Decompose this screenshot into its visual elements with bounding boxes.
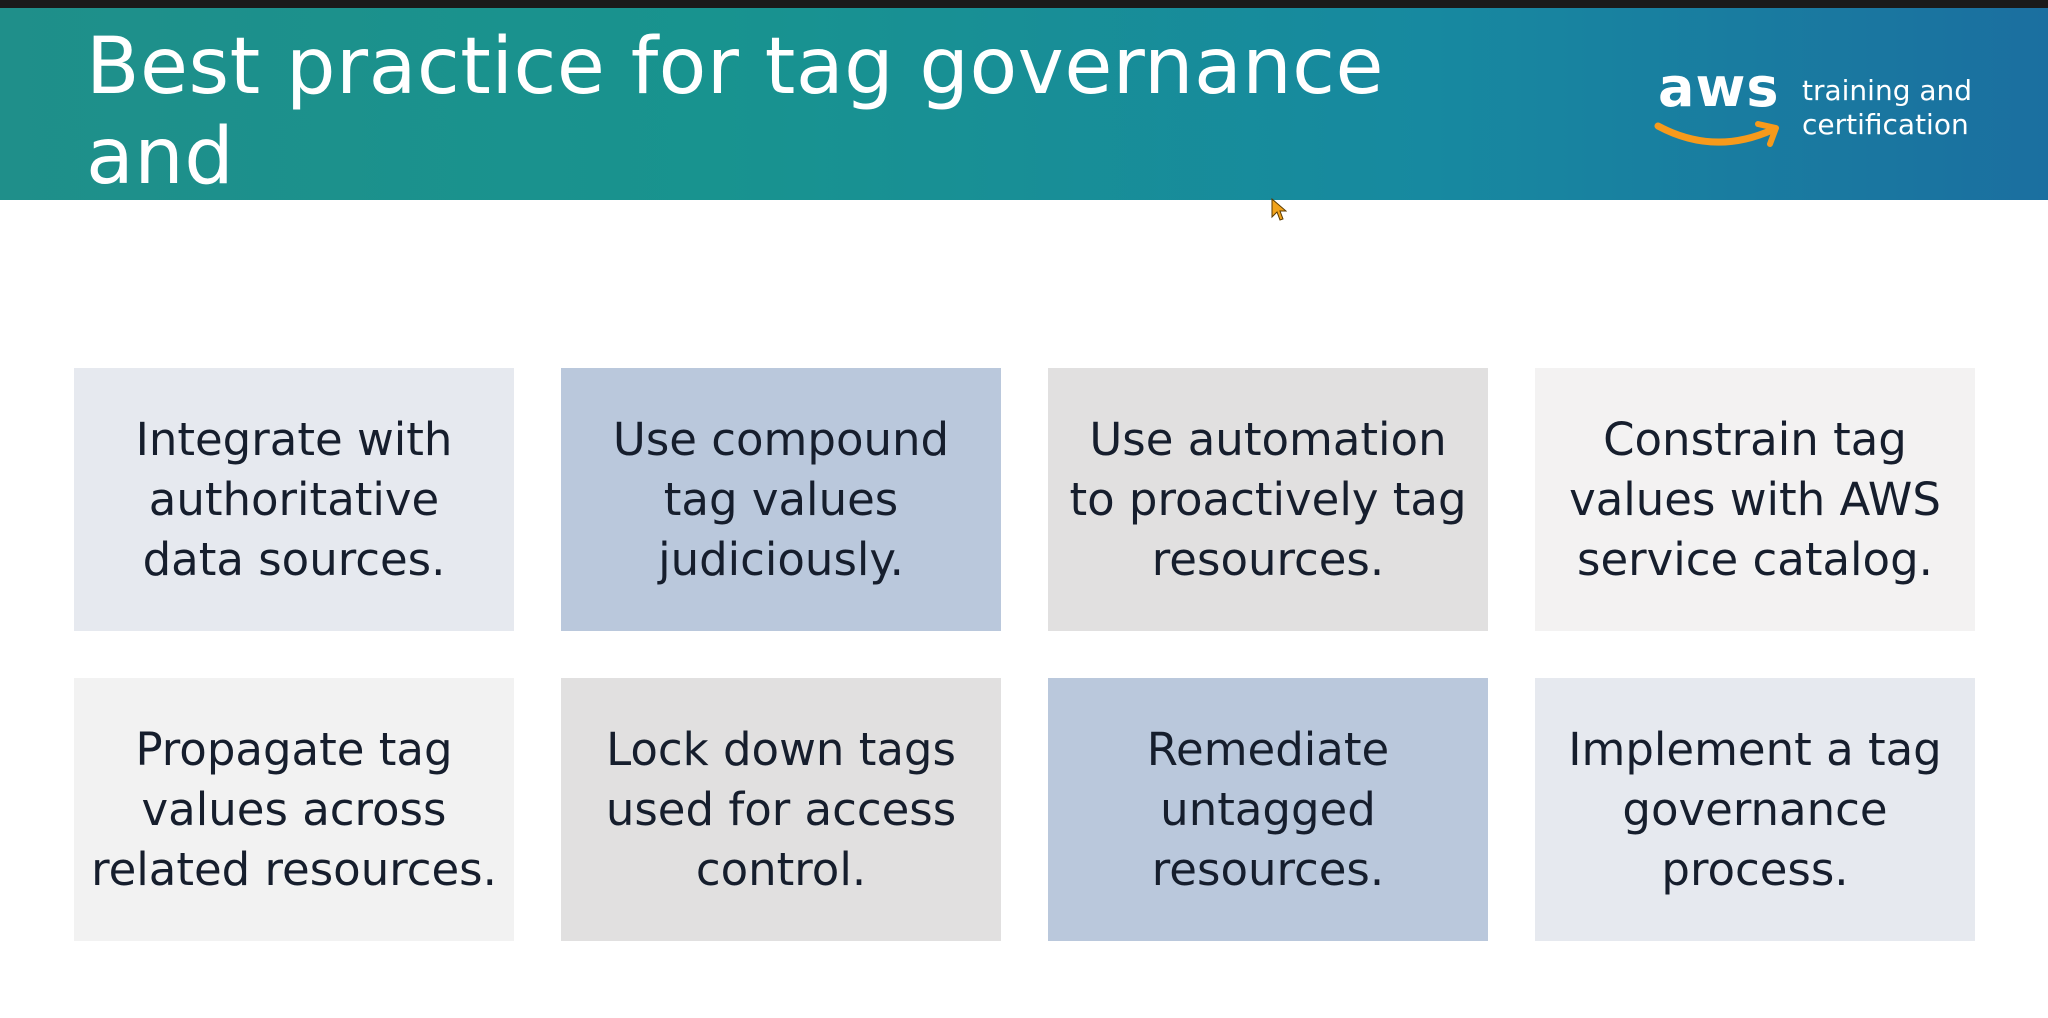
practice-tile-remediate-untagged: Remediate untagged resources. [1048, 678, 1488, 941]
practice-text: Propagate tag values across related reso… [91, 722, 497, 896]
practice-text: Use compound tag values judiciously. [612, 412, 950, 586]
aws-smile-arrow-icon [1654, 121, 1779, 147]
logo-subtitle-line-2: certification [1802, 108, 1969, 141]
aws-wordmark: aws [1658, 56, 1780, 119]
practice-tile-constrain-tag-values: Constrain tag values with AWS service ca… [1535, 368, 1975, 631]
practice-text: Implement a tag governance process. [1568, 722, 1942, 896]
top-edge-bar [0, 0, 2048, 8]
slide-header: Best practice for tag governance and dat… [0, 8, 2048, 292]
slide-title-line-1: Best practice for tag governance and [86, 22, 1385, 202]
practices-grid: Integrate with authoritative data source… [74, 368, 1975, 941]
aws-training-logo: aws training and certification [1650, 60, 1980, 156]
practice-text: Constrain tag values with AWS service ca… [1569, 412, 1941, 586]
practice-text: Lock down tags used for access control. [605, 722, 957, 896]
practice-text: Integrate with authoritative data source… [135, 412, 453, 586]
practice-text: Use automation to proactively tag resour… [1069, 412, 1467, 586]
slide-title: Best practice for tag governance and dat… [86, 22, 1486, 292]
practice-tile-compound-tag-values: Use compound tag values judiciously. [561, 368, 1001, 631]
logo-subtitle: training and certification [1802, 74, 1972, 142]
practice-tile-governance-process: Implement a tag governance process. [1535, 678, 1975, 941]
practice-tile-integrate-authoritative-sources: Integrate with authoritative data source… [74, 368, 514, 631]
practice-tile-automation-tagging: Use automation to proactively tag resour… [1048, 368, 1488, 631]
practice-tile-lock-down-tags: Lock down tags used for access control. [561, 678, 1001, 941]
logo-subtitle-line-1: training and [1802, 74, 1973, 107]
mouse-pointer-icon [1271, 198, 1287, 221]
practice-text: Remediate untagged resources. [1146, 722, 1390, 896]
practice-tile-propagate-tag-values: Propagate tag values across related reso… [74, 678, 514, 941]
